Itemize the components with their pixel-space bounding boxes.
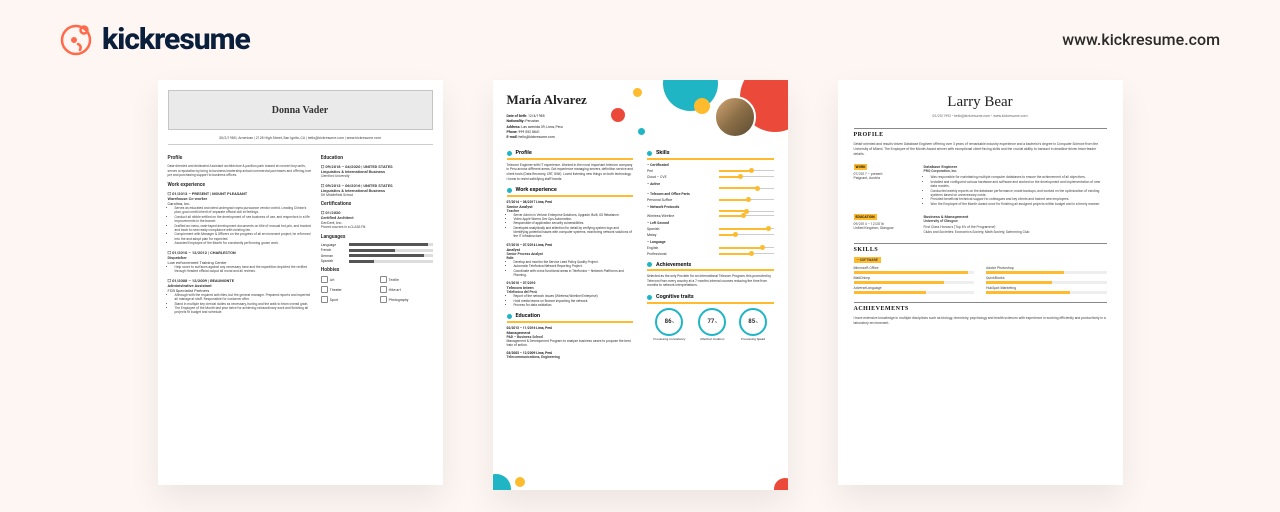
resume2-gauge: 77%Attention Duration xyxy=(698,308,726,342)
resume-templates: Donna Vader 30/2/1980 | American | 2128 … xyxy=(0,80,1280,490)
resume-template-3: Larry Bear 02/25/1992 • hello@kickresume… xyxy=(838,80,1123,485)
resume2-work-h: Work experience xyxy=(516,187,557,193)
resume1-edu-h: Education xyxy=(321,155,433,161)
resume3-work-h: WORK xyxy=(854,164,868,170)
resume3-profile-h: PROFILE xyxy=(854,128,1107,138)
resume2-skill: Spanish xyxy=(647,227,774,231)
resume1-name: Donna Vader xyxy=(272,105,328,116)
resume1-hobby: Hike art xyxy=(380,286,433,293)
resume1-profile-h: Profile xyxy=(168,155,313,161)
resume3-skill: Adobe Photoshop xyxy=(986,266,1107,274)
resume3-contact: 02/25/1992 • hello@kickresume.com • www.… xyxy=(854,114,1107,118)
resume2-skills-h: Skills xyxy=(656,150,670,156)
resume1-header: Donna Vader xyxy=(168,90,433,130)
resume2-achieve-h: Achievements xyxy=(656,262,691,268)
resume1-lang: German xyxy=(321,254,433,258)
resume2-skill-group: – Left Second xyxy=(647,221,774,225)
resume1-profile: Data-directed and dedicated Assistant ar… xyxy=(168,164,313,178)
resume3-soft-h: – SOFTWARE xyxy=(854,257,881,263)
resume2-skill xyxy=(647,211,774,212)
animal-icon xyxy=(60,24,92,56)
resume1-contact: 30/2/1980 | American | 2128 High Street,… xyxy=(168,136,433,145)
resume2-skill-group: – Telecom and Office Parts xyxy=(647,192,774,196)
resume1-job: ☐ 01/2010 – 12/2012 | CHARLESTONDispatch… xyxy=(168,250,313,274)
resume3-work-loc: Paignant, Austria xyxy=(854,176,914,180)
brand-url: www.kickresume.com xyxy=(1062,30,1220,49)
resume1-job: ☐ 01/2008 – 12/2009 | BEAUMONTEAdministr… xyxy=(168,278,313,315)
resume3-bullet: Conducted weekly reports on the database… xyxy=(931,189,1107,198)
resume1-job: ☐ 01/2013 – PRESENT | MOUNT PLEASANTWare… xyxy=(168,191,313,246)
resume3-profile: Detail-oriented and results-driven Datab… xyxy=(854,142,1107,156)
resume3-bullet: Installed and configured various hardwar… xyxy=(931,180,1107,189)
resume2-contact: Date of birth: 12/4/1985Nationality: Per… xyxy=(507,114,587,140)
resume2-edu-h: Education xyxy=(516,313,541,319)
resume3-skill: AdverseLanguage xyxy=(854,286,975,294)
resume2-skill xyxy=(647,188,774,189)
resume2-skill: Professional xyxy=(647,252,774,256)
resume3-name: Larry Bear xyxy=(854,94,1107,111)
resume3-skills-h: SKILLS xyxy=(854,243,1107,253)
resume3-skill: HubSpot Marketing xyxy=(986,286,1107,294)
resume1-hobby: Textile xyxy=(380,276,433,283)
resume1-edu: ☐ 09/2018 – 04/2020 | UNITED STATESLingu… xyxy=(321,164,433,179)
resume1-lang: Language xyxy=(321,243,433,247)
resume2-job: 01/2010 – 07/2010Telecom InternTelefonic… xyxy=(507,281,634,307)
brand-logo: kickresume xyxy=(60,22,250,57)
resume3-edu-loc: United Kingdom, Glasgow xyxy=(854,226,914,230)
resume2-skill: English xyxy=(647,246,774,250)
resume1-lang: Spanish xyxy=(321,259,433,263)
resume2-skill: Wireless/Wireline xyxy=(647,214,774,218)
resume3-skill: MailChimp xyxy=(854,276,975,284)
resume2-profile: Telecom Engineer with IT experience. Wor… xyxy=(507,163,634,181)
resume3-bullet: Won the Employee of the Month Award once… xyxy=(931,202,1107,206)
resume3-skill: QuickBooks xyxy=(986,276,1107,284)
resume2-skill: Perl xyxy=(647,169,774,173)
resume2-achieve: Selected as the only Provider for an Int… xyxy=(647,274,774,288)
resume3-edu-school: University of Glasgow xyxy=(924,219,1107,223)
resume2-skill: Malay xyxy=(647,233,774,237)
resume3-ach: I have extensive knowledge in multiple d… xyxy=(854,316,1107,326)
resume2-skill-group: – Network Protocols xyxy=(647,205,774,209)
resume2-job: 07/2010 – 07/2014 Lima, PerúAnalystSenio… xyxy=(507,243,634,278)
resume2-edu-note: Management & Development Program to anal… xyxy=(507,339,634,348)
resume2-skill: Cloud – CVE xyxy=(647,175,774,179)
resume2-gauge: 86%Processing Consistency xyxy=(653,308,685,342)
resume1-cert: ☐ 01/2020Certified ArchitectCerCert, Inc… xyxy=(321,210,433,230)
resume2-skill-group: – Active xyxy=(647,182,774,186)
resume1-edu: ☐ 09/2013 – 06/2016 | UNITED STATESLingu… xyxy=(321,183,433,198)
resume1-lang-h: Languages xyxy=(321,234,433,240)
resume3-edu-note2: Clubs and Societies: Economics Society, … xyxy=(924,230,1107,235)
resume1-cert-h: Certifications xyxy=(321,201,433,207)
resume1-hobbies-h: Hobbies xyxy=(321,267,433,273)
resume2-skill: Personal Suffice xyxy=(647,198,774,202)
brand-text: kickresume xyxy=(102,22,250,57)
resume2-edu-degree2: Telecommunications, Engineering xyxy=(507,355,634,359)
resume1-hobby: Photography xyxy=(380,296,433,303)
resume1-hobby: Sport xyxy=(321,296,374,303)
resume2-job: 07/2014 – 08/2017 Lima, PerúSenior Analy… xyxy=(507,200,634,239)
resume3-ach-h: ACHIEVEMENTS xyxy=(854,302,1107,312)
resume3-job-company: PRQ Corporation, Inc. xyxy=(924,169,1107,173)
resume2-avatar xyxy=(714,96,756,138)
resume-template-2: María Alvarez Date of birth: 12/4/1985Na… xyxy=(493,80,788,490)
resume2-gauge: 85%Processing Speed xyxy=(739,308,767,342)
resume1-lang: French xyxy=(321,248,433,252)
resume1-hobby: Art xyxy=(321,276,374,283)
resume2-skill-group: – Certificated xyxy=(647,163,774,167)
resume2-cog-h: Cognitive traits xyxy=(656,294,694,300)
resume1-hobby: Theater xyxy=(321,286,374,293)
resume2-profile-h: Profile xyxy=(516,150,532,156)
resume1-work-h: Work experience xyxy=(168,182,313,188)
resume2-skill-group: – Language xyxy=(647,240,774,244)
resume3-edu-h: EDUCATION xyxy=(854,214,877,220)
resume-template-1: Donna Vader 30/2/1980 | American | 2128 … xyxy=(158,80,443,485)
resume2-name: María Alvarez xyxy=(507,92,587,108)
resume3-skill: Microsoft Office xyxy=(854,266,975,274)
